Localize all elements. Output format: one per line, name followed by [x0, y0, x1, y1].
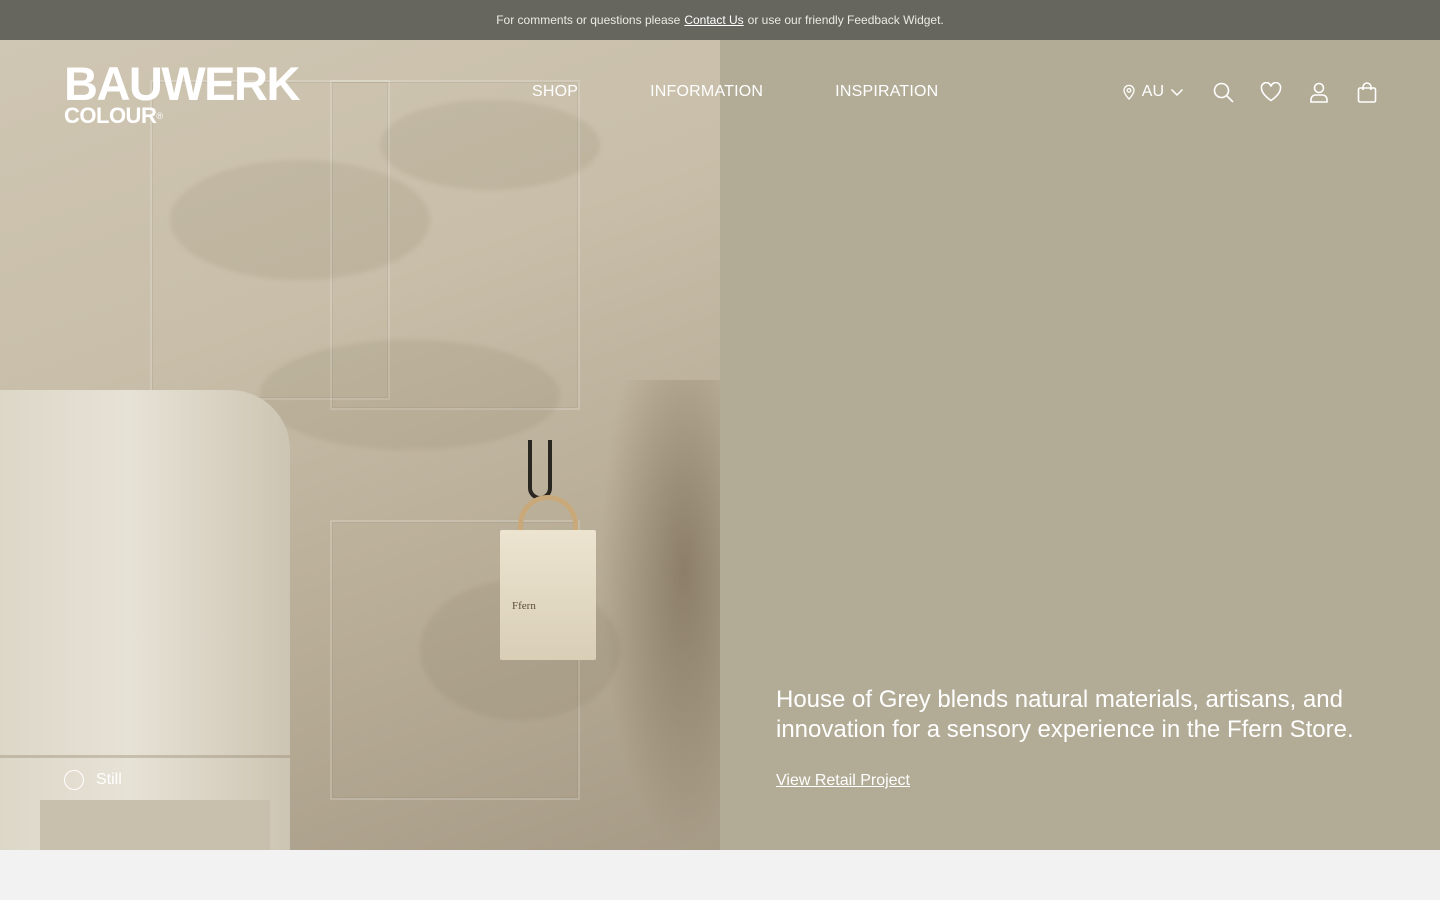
still-toggle[interactable]: Still: [64, 770, 122, 790]
logo-wordmark: BAUWERK: [64, 57, 300, 110]
tote-bag: [500, 530, 596, 660]
contact-us-link[interactable]: Contact Us: [684, 13, 743, 27]
bag-icon[interactable]: [1356, 81, 1378, 103]
tote-label: Ffern: [512, 600, 536, 612]
logo-colour: COLOUR: [64, 103, 157, 128]
hero: Ffern Still House of Grey blends natural…: [0, 40, 1440, 850]
chevron-down-icon: [1170, 87, 1184, 97]
account-icon[interactable]: [1308, 81, 1330, 103]
logo[interactable]: BAUWERK COLOUR®: [64, 57, 300, 128]
main-nav: SHOP INFORMATION INSPIRATION: [532, 83, 938, 101]
region-label: AU: [1141, 83, 1164, 100]
announcement-bar: For comments or questions please Contact…: [0, 0, 1440, 40]
still-icon: [64, 770, 84, 790]
fern-plant: [600, 380, 720, 850]
wall-hook: [528, 440, 552, 500]
leaf-shadow: [170, 160, 430, 280]
plinth: [0, 390, 290, 850]
announcement-prefix: For comments or questions please: [496, 13, 681, 27]
site-header: BAUWERK COLOUR® SHOP INFORMATION INSPIRA…: [0, 40, 1440, 150]
hero-image: Ffern Still: [0, 40, 720, 850]
nav-shop[interactable]: SHOP: [532, 83, 578, 101]
plinth-base: [40, 800, 270, 850]
location-pin-icon: [1122, 84, 1136, 100]
still-label: Still: [96, 771, 122, 788]
view-retail-project-link[interactable]: View Retail Project: [776, 772, 910, 790]
header-utilities: AU: [1122, 81, 1378, 103]
leaf-shadow: [260, 340, 560, 450]
plinth-seam: [0, 755, 290, 758]
heart-icon[interactable]: [1260, 81, 1282, 103]
announcement-suffix: or use our friendly Feedback Widget.: [747, 13, 944, 27]
nav-inspiration[interactable]: INSPIRATION: [835, 83, 938, 101]
logo-registered-mark: ®: [156, 111, 163, 121]
hero-panel: House of Grey blends natural materials, …: [720, 40, 1440, 850]
hero-headline: House of Grey blends natural materials, …: [776, 686, 1354, 743]
search-icon[interactable]: [1212, 81, 1234, 103]
nav-information[interactable]: INFORMATION: [650, 83, 763, 101]
region-selector[interactable]: AU: [1122, 83, 1184, 101]
below-fold: [0, 850, 1440, 900]
